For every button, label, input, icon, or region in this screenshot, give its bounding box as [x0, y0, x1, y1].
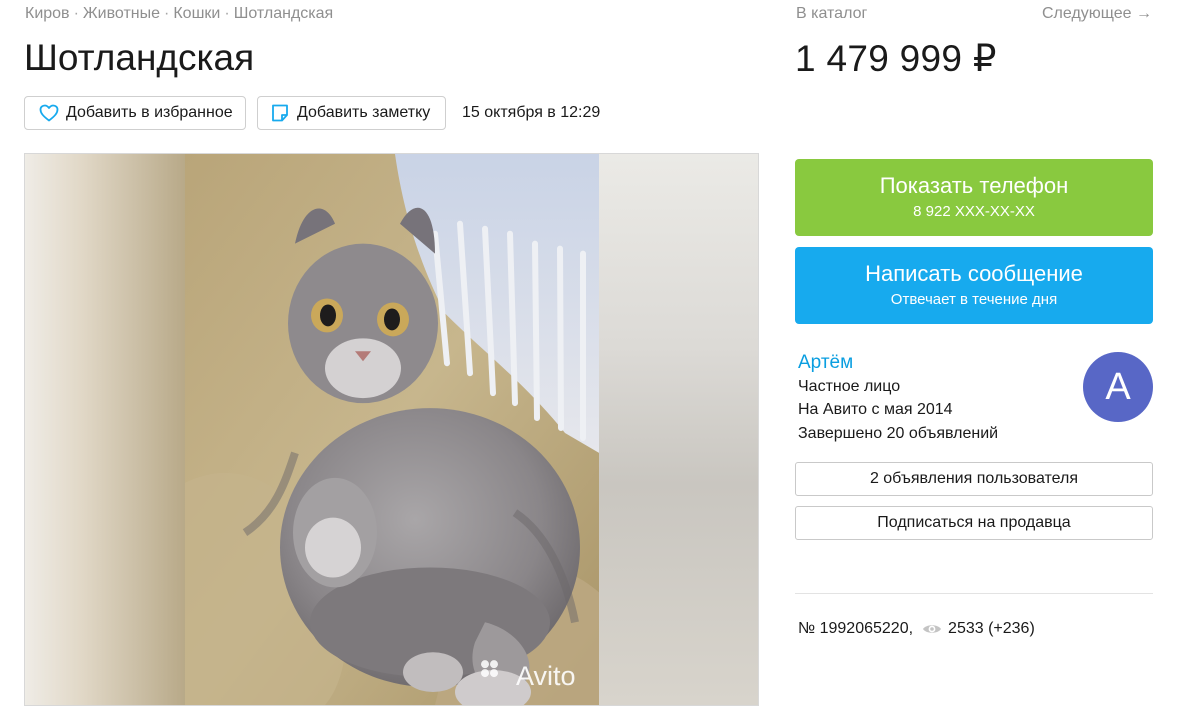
add-note-button[interactable]: Добавить заметку: [257, 96, 446, 130]
page-title: Шотландская: [24, 37, 255, 78]
avatar[interactable]: А: [1083, 352, 1153, 422]
subscribe-seller-button[interactable]: Подписаться на продавца: [795, 506, 1153, 540]
seller-type: Частное лицо: [798, 378, 901, 395]
masked-phone-number: 8 922 XXX-XX-XX: [913, 203, 1035, 220]
price: 1 479 999 ₽: [795, 38, 997, 79]
breadcrumb-item-animals[interactable]: Животные: [83, 5, 160, 22]
seller-completed: Завершено 20 объявлений: [798, 425, 999, 442]
add-note-label: Добавить заметку: [297, 104, 431, 121]
add-to-favorites-button[interactable]: Добавить в избранное: [24, 96, 246, 130]
breadcrumb-item-cats[interactable]: Кошки: [173, 5, 220, 22]
show-phone-button[interactable]: Показать телефон 8 922 XXX-XX-XX: [795, 159, 1153, 236]
note-icon: [270, 103, 290, 123]
seller-since: На Авито с мая 2014: [798, 401, 953, 418]
next-listing-link[interactable]: Следующее →: [1042, 5, 1152, 23]
breadcrumb-item-city[interactable]: Киров: [25, 5, 70, 22]
divider: [795, 593, 1153, 594]
breadcrumb-separator: ·: [73, 5, 79, 22]
write-message-button[interactable]: Написать сообщение Отвечает в течение дн…: [795, 247, 1153, 324]
add-to-favorites-label: Добавить в избранное: [66, 104, 233, 121]
published-date: 15 октября в 12:29: [462, 104, 601, 121]
photo-blur-left: [25, 154, 185, 705]
item-number: № 1992065220,: [798, 620, 914, 637]
cat-photo: Avito: [185, 154, 599, 705]
show-phone-label: Показать телефон: [879, 173, 1069, 198]
heart-icon: [39, 104, 59, 122]
catalog-link[interactable]: В каталог: [796, 5, 867, 23]
avito-watermark-text: Avito: [516, 661, 576, 691]
response-time: Отвечает в течение дня: [890, 291, 1058, 308]
view-count: 2533 (+236): [948, 620, 1035, 637]
write-message-label: Написать сообщение: [865, 261, 1083, 286]
item-meta: № 1992065220, 2533 (+236): [798, 620, 1035, 638]
eye-icon: [922, 622, 942, 636]
seller-name-link[interactable]: Артём: [798, 352, 853, 374]
photo-blur-right: [597, 154, 758, 705]
breadcrumb: Киров · Животные · Кошки · Шотландская: [25, 5, 333, 23]
listing-photo-gallery[interactable]: Avito: [24, 153, 759, 706]
breadcrumb-item-breed[interactable]: Шотландская: [234, 5, 334, 22]
breadcrumb-separator: ·: [164, 5, 170, 22]
seller-listings-button[interactable]: 2 объявления пользователя: [795, 462, 1153, 496]
breadcrumb-separator: ·: [224, 5, 230, 22]
